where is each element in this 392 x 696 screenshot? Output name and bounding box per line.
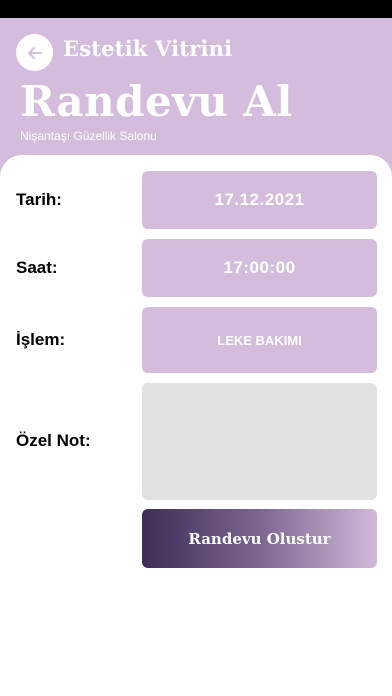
page-title: Randevu Al — [20, 77, 293, 126]
service-label: İşlem: — [16, 330, 66, 349]
salon-name: Nişantaşı Güzellik Salonu — [20, 129, 157, 143]
date-value: 17.12.2021 — [214, 190, 305, 209]
date-field[interactable]: 17.12.2021 — [142, 171, 377, 229]
appointment-form: Tarih: 17.12.2021 Saat: 17:00:00 İşlem: … — [0, 155, 392, 696]
brand-name: Estetik Vitrini — [63, 36, 233, 61]
note-label: Özel Not: — [16, 431, 91, 450]
time-field[interactable]: 17:00:00 — [142, 239, 377, 297]
time-label: Saat: — [16, 258, 58, 277]
arrow-left-icon — [27, 46, 42, 59]
service-field[interactable]: LEKE BAKIMI — [142, 307, 377, 373]
create-appointment-button[interactable]: Randevu Olustur — [142, 509, 377, 568]
create-appointment-label: Randevu Olustur — [188, 529, 331, 548]
back-button[interactable] — [16, 34, 53, 71]
date-label: Tarih: — [16, 190, 62, 209]
service-value: LEKE BAKIMI — [217, 332, 302, 348]
status-bar — [0, 0, 392, 18]
note-input[interactable] — [142, 383, 377, 500]
header: Estetik Vitrini Randevu Al Nişantaşı Güz… — [0, 18, 392, 178]
time-value: 17:00:00 — [223, 258, 296, 277]
